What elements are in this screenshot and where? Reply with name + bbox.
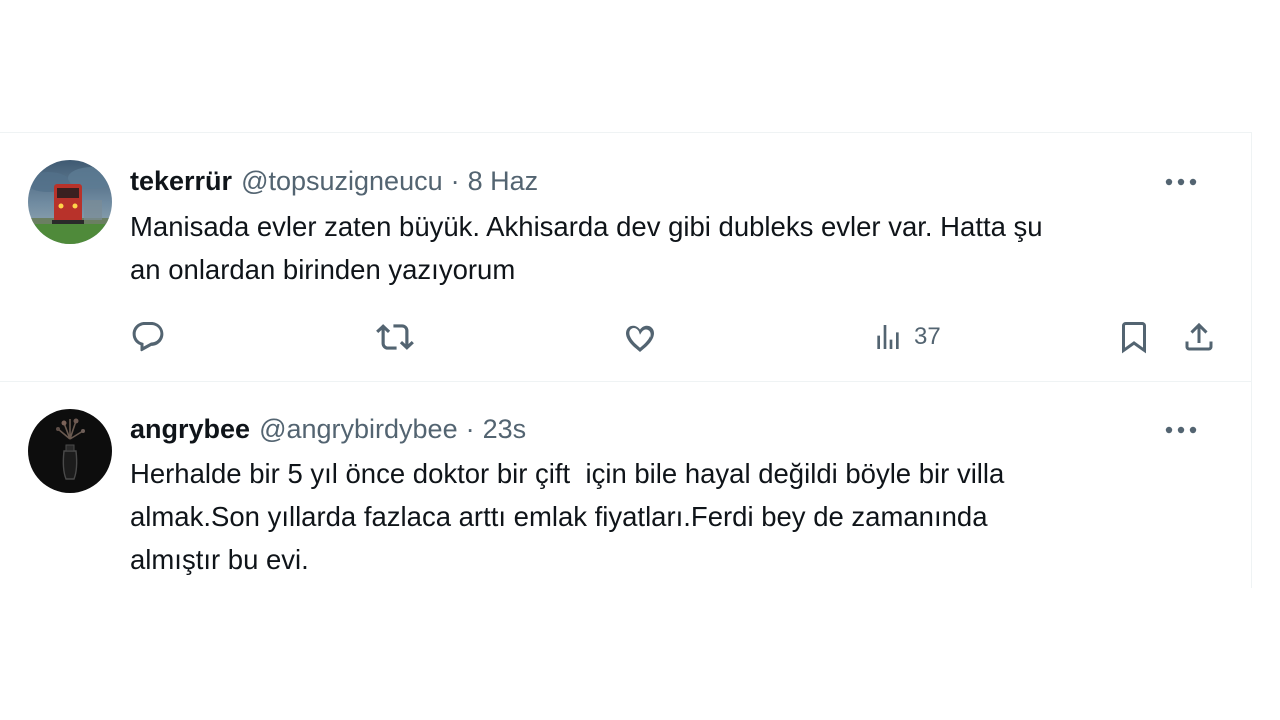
views-count: 37 bbox=[914, 323, 941, 350]
views-chart-icon bbox=[877, 325, 899, 349]
more-options-button[interactable] bbox=[1163, 418, 1199, 442]
reply-icon bbox=[132, 322, 164, 352]
display-name[interactable]: angrybee bbox=[130, 414, 250, 445]
tweet-actions: 37 bbox=[0, 317, 1251, 357]
heart-icon bbox=[626, 325, 654, 352]
retweet-button[interactable] bbox=[376, 317, 414, 357]
views-button[interactable]: 37 bbox=[872, 317, 941, 357]
avatar[interactable] bbox=[28, 160, 112, 244]
timestamp[interactable]: 23s bbox=[483, 414, 527, 445]
more-options-button[interactable] bbox=[1163, 170, 1199, 194]
retweet-icon bbox=[376, 324, 414, 350]
more-icon bbox=[1165, 178, 1197, 186]
tweet-text: Herhalde bir 5 yıl önce doktor bir çift … bbox=[130, 458, 1005, 575]
share-button[interactable] bbox=[1181, 317, 1217, 357]
tweet-header: angrybee @angrybirdybee · 23s bbox=[130, 409, 526, 449]
reply-button[interactable] bbox=[130, 317, 166, 357]
train-photo-avatar-icon bbox=[28, 160, 112, 244]
like-button[interactable] bbox=[622, 317, 658, 357]
tweet[interactable]: angrybee @angrybirdybee · 23s Herhalde b… bbox=[0, 382, 1251, 589]
share-icon bbox=[1185, 322, 1213, 351]
bookmark-button[interactable] bbox=[1116, 317, 1152, 357]
tweet-text: Manisada evler zaten büyük. Akhisarda de… bbox=[130, 211, 1043, 285]
display-name[interactable]: tekerrür bbox=[130, 166, 232, 197]
tweet-header: tekerrür @topsuzigneucu · 8 Haz bbox=[130, 161, 538, 201]
tweet[interactable]: tekerrür @topsuzigneucu · 8 Haz Manisada… bbox=[0, 133, 1251, 382]
tweet-feed: tekerrür @topsuzigneucu · 8 Haz Manisada… bbox=[0, 132, 1252, 588]
user-handle[interactable]: @angrybirdybee bbox=[259, 414, 458, 445]
more-icon bbox=[1165, 426, 1197, 434]
separator-dot: · bbox=[465, 413, 475, 444]
dark-vase-avatar-icon bbox=[28, 409, 112, 493]
separator-dot: · bbox=[450, 165, 460, 196]
bookmark-icon bbox=[1122, 322, 1146, 354]
avatar[interactable] bbox=[28, 409, 112, 493]
user-handle[interactable]: @topsuzigneucu bbox=[241, 166, 443, 197]
timestamp[interactable]: 8 Haz bbox=[468, 166, 539, 197]
